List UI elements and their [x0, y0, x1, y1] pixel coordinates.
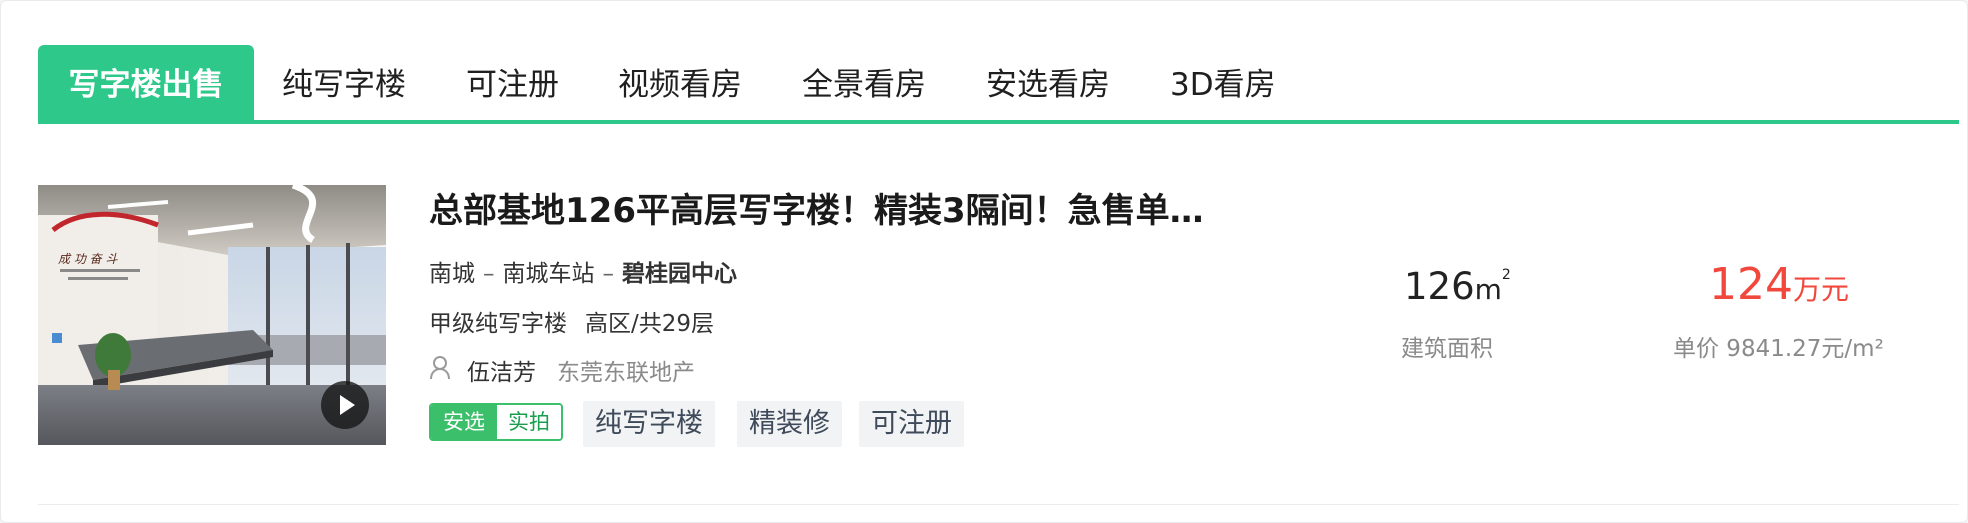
verified-badge: 安选 实拍 — [429, 403, 563, 441]
badge-real-photo-label: 实拍 — [497, 405, 561, 439]
location-separator: – — [483, 261, 495, 287]
agent-company[interactable]: 东莞东联地产 — [557, 353, 695, 387]
area-unit-sup: 2 — [1501, 267, 1511, 283]
area-number: 126 — [1404, 265, 1475, 308]
user-icon — [429, 355, 451, 381]
tag-pure-office: 纯写字楼 — [583, 401, 715, 447]
play-icon[interactable] — [321, 381, 369, 429]
price-number: 124 — [1709, 259, 1793, 310]
area-unit: m — [1474, 273, 1502, 306]
area-value: 126m2 — [1404, 265, 1511, 308]
divider — [38, 504, 1959, 505]
tab-verified-viewing[interactable]: 安选看房 — [986, 45, 1110, 123]
price-unit: 万元 — [1792, 273, 1849, 306]
floor-info: 高区/共29层 — [585, 311, 715, 337]
tab-3d-viewing[interactable]: 3D看房 — [1170, 45, 1276, 123]
location-breadcrumb: 南城 – 南城车站 – 碧桂园中心 — [429, 254, 737, 288]
listing-title[interactable]: 总部基地126平高层写字楼！精装3隔间！急售单… — [429, 183, 1204, 232]
tab-panorama-viewing[interactable]: 全景看房 — [802, 45, 926, 123]
location-area[interactable]: 南城车站 — [503, 261, 595, 287]
tab-video-viewing[interactable]: 视频看房 — [618, 45, 742, 123]
listing-meta: 甲级纯写字楼 高区/共29层 — [429, 304, 714, 338]
listing-card: 写字楼出售 纯写字楼 可注册 视频看房 全景看房 安选看房 3D看房 成 功 奋… — [0, 0, 1968, 523]
location-separator: – — [602, 261, 615, 287]
office-grade: 甲级纯写字楼 — [429, 311, 567, 337]
area-label: 建筑面积 — [1401, 336, 1493, 362]
location-district[interactable]: 南城 — [429, 261, 475, 287]
location-community[interactable]: 碧桂园中心 — [622, 261, 737, 287]
svg-text:成 功 奋 斗: 成 功 奋 斗 — [58, 252, 118, 266]
tab-underline — [38, 120, 1959, 124]
unit-price: 单价 9841.27元/m² — [1673, 336, 1884, 362]
tab-office-sale[interactable]: 写字楼出售 — [38, 45, 254, 123]
tab-registrable[interactable]: 可注册 — [466, 45, 559, 123]
tab-pure-office[interactable]: 纯写字楼 — [282, 45, 406, 123]
total-price: 124万元 — [1709, 259, 1849, 310]
agent-name[interactable]: 伍洁芳 — [467, 353, 536, 387]
tab-bar: 写字楼出售 纯写字楼 可注册 视频看房 全景看房 安选看房 3D看房 — [38, 45, 1958, 123]
tag-registrable: 可注册 — [859, 401, 964, 447]
badge-verified-label: 安选 — [431, 405, 497, 439]
tag-fine-decoration: 精装修 — [737, 401, 842, 447]
